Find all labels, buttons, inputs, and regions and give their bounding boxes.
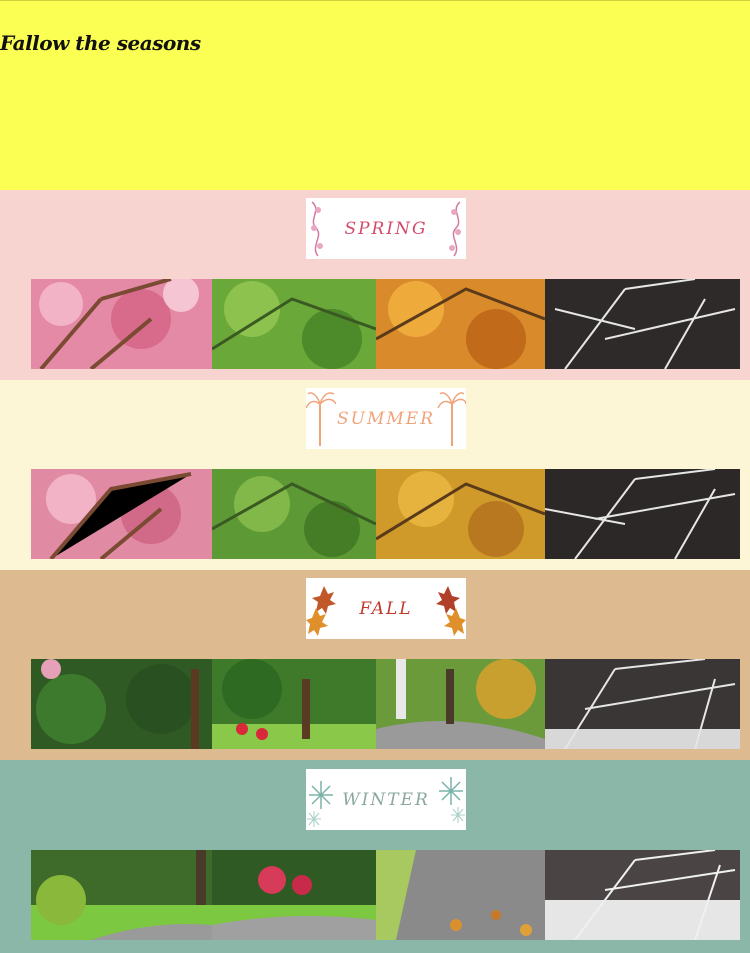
maple-leaf-icon	[306, 578, 336, 639]
green-leaves-photo	[212, 279, 376, 369]
winter-photo-strip	[31, 850, 740, 940]
orange-leaves-photo	[376, 469, 545, 559]
page-title: Fallow the seasons	[0, 31, 201, 55]
park-path-winter-photo	[545, 850, 740, 940]
cherry-blossom-photo	[31, 469, 212, 559]
summer-badge[interactable]: SUMMER	[306, 388, 466, 449]
park-path-summer-photo	[212, 850, 376, 940]
fall-label: FALL	[359, 598, 413, 619]
green-leaves-photo	[212, 469, 376, 559]
summer-label: SUMMER	[337, 408, 435, 429]
section-fall: FALL	[0, 570, 750, 760]
section-summer: SUMMER	[0, 380, 750, 570]
palm-tree-icon	[436, 388, 466, 449]
bare-branches-photo	[545, 469, 740, 559]
snowflake-icon	[436, 769, 466, 830]
park-path-fall-photo	[376, 850, 545, 940]
garden-spring-photo	[31, 659, 212, 749]
winter-label: WINTER	[342, 789, 430, 810]
winter-badge[interactable]: WINTER	[306, 769, 466, 830]
maple-leaf-icon	[436, 578, 466, 639]
park-path-spring-photo	[31, 850, 212, 940]
orange-leaves-photo	[376, 279, 545, 369]
fall-badge[interactable]: FALL	[306, 578, 466, 639]
section-spring: SPRING	[0, 190, 750, 380]
garden-fall-photo	[376, 659, 545, 749]
floral-vine-icon	[436, 198, 466, 259]
cherry-blossom-photo	[31, 279, 212, 369]
spring-photo-strip	[31, 279, 740, 369]
palm-tree-icon	[306, 388, 336, 449]
garden-winter-photo	[545, 659, 740, 749]
floral-vine-icon	[306, 198, 336, 259]
bare-branches-photo	[545, 279, 740, 369]
section-winter: WINTER	[0, 760, 750, 953]
summer-photo-strip	[31, 469, 740, 559]
garden-summer-photo	[212, 659, 376, 749]
snowflake-icon	[306, 769, 336, 830]
fall-photo-strip	[31, 659, 740, 749]
spring-label: SPRING	[344, 218, 428, 239]
spring-badge[interactable]: SPRING	[306, 198, 466, 259]
page-header: Fallow the seasons	[0, 0, 750, 190]
